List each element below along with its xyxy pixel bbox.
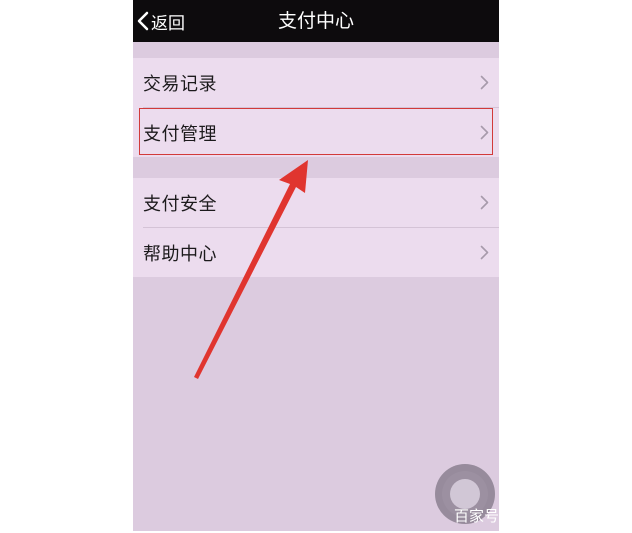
red-arrow-annotation — [194, 160, 308, 379]
watermark-text: 百家号 — [454, 507, 499, 525]
phone-screen: 返回 支付中心 交易记录 支付管理 支付安全 帮助中心 百家号 — [133, 0, 499, 531]
